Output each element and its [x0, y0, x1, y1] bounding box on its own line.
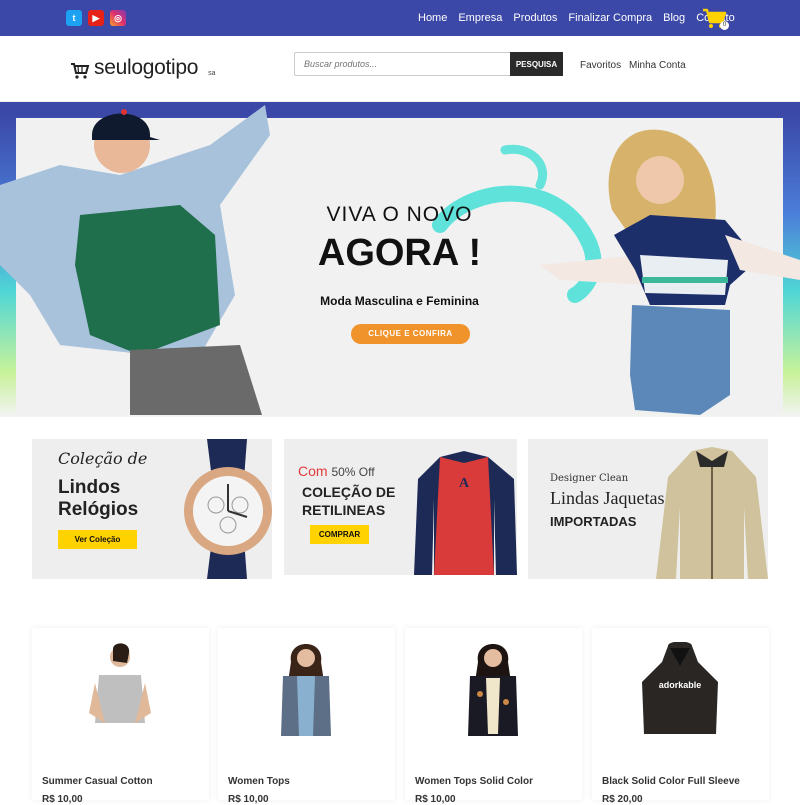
promo-jackets[interactable]: Designer Clean Lindas Jaquetas IMPORTADA… [528, 439, 768, 579]
top-nav: Home Empresa Produtos Finalizar Compra B… [418, 12, 746, 24]
promo-jackets-line3: IMPORTADAS [550, 514, 637, 529]
shirt-image: A [414, 451, 517, 575]
logo-text: seulogotipo [94, 56, 199, 79]
search-button[interactable]: PESQUISA [510, 52, 563, 76]
favorites-link[interactable]: Favoritos [580, 60, 621, 71]
hero-cta-button[interactable]: CLIQUE E CONFIRA [351, 324, 470, 344]
search-input[interactable] [294, 52, 510, 76]
promo-watches-line1: Coleção de [58, 449, 148, 468]
nav-home[interactable]: Home [418, 12, 447, 24]
promo-shirts-line1a: Com [298, 463, 328, 479]
product-image [281, 644, 331, 736]
nav-produtos[interactable]: Produtos [513, 12, 557, 24]
youtube-icon[interactable]: ▶ [88, 10, 104, 26]
promo-jackets-line1: Designer Clean [550, 473, 629, 484]
svg-text:A: A [459, 476, 470, 491]
nav-empresa[interactable]: Empresa [458, 12, 502, 24]
site-logo[interactable]: seulogotipo sa [70, 56, 216, 80]
account-link[interactable]: Minha Conta [629, 60, 686, 71]
promo-watches-line3: Relógios [58, 499, 139, 520]
cart-count-badge: 0 [720, 21, 729, 30]
promo-shirts-line1b: 50% Off [331, 465, 375, 479]
promo-watches-button[interactable]: Ver Coleção [58, 530, 137, 549]
nav-blog[interactable]: Blog [663, 12, 685, 24]
logo-sub: sa [208, 70, 216, 77]
promo-shirts-line2: COLEÇÃO DE [302, 484, 396, 500]
instagram-icon[interactable]: ◎ [110, 10, 126, 26]
nav-finalizar-compra[interactable]: Finalizar Compra [568, 12, 652, 24]
product-name[interactable]: Summer Casual Cotton [42, 776, 153, 787]
promo-shirts-line1: Com 50% Off [298, 463, 375, 479]
watch-image [184, 439, 272, 579]
product-image [89, 643, 151, 723]
product-name[interactable]: Black Solid Color Full Sleeve [602, 776, 740, 787]
product-card[interactable]: Women Tops R$ 10,00 [218, 628, 395, 805]
hero-subtitle: Moda Masculina e Feminina [320, 294, 479, 308]
product-card[interactable]: Summer Casual Cotton R$ 10,00 [32, 628, 209, 805]
logo-cart-icon [71, 63, 90, 79]
promo-watches-line2: Lindos [58, 477, 121, 498]
promo-jackets-line2: Lindas Jaquetas [550, 488, 665, 508]
hero-title-line2: AGORA ! [317, 232, 482, 274]
twitter-icon[interactable]: t [66, 10, 82, 26]
product-image: adorkable [642, 642, 718, 734]
promo-shirts-line3: RETILINEAS [302, 502, 386, 518]
product-name[interactable]: Women Tops [228, 776, 290, 787]
product-name[interactable]: Women Tops Solid Color [415, 776, 533, 787]
hoodie-print: adorkable [659, 680, 702, 690]
promo-watches[interactable]: Coleção de Lindos Relógios Ver Coleção [32, 439, 272, 579]
product-image [468, 644, 518, 736]
jacket-image [656, 447, 768, 579]
product-card[interactable]: Women Tops Solid Color R$ 10,00 [405, 628, 582, 805]
hero-title-line1: VIVA O NOVO [326, 203, 473, 226]
promo-shirts[interactable]: Com 50% Off COLEÇÃO DE RETILINEAS COMPRA… [284, 439, 517, 575]
promo-shirts-button[interactable]: COMPRAR [310, 525, 369, 544]
product-card[interactable]: adorkable Black Solid Color Full Sleeve … [592, 628, 769, 805]
